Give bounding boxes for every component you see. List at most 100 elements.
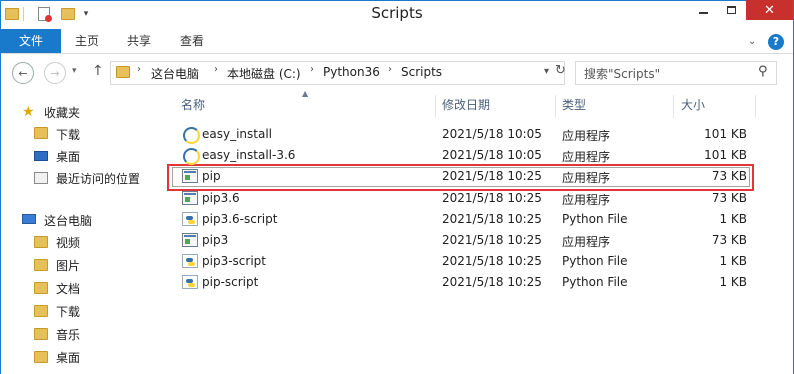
downloads-folder-icon [34, 127, 50, 141]
nav-label: 下载 [56, 305, 81, 319]
breadcrumb-scripts[interactable]: Scripts [401, 65, 442, 79]
file-size: 101 KB [704, 127, 747, 141]
file-size: 73 KB [711, 169, 747, 183]
file-row[interactable]: pip3 2021/5/18 10:25 应用程序 73 KB [175, 230, 755, 251]
nav-label: 文档 [56, 282, 81, 296]
file-row[interactable]: pip3.6 2021/5/18 10:25 应用程序 73 KB [175, 188, 755, 209]
forward-arrow-icon: → [50, 66, 60, 80]
exe-icon [182, 233, 198, 247]
desktop-icon [34, 149, 50, 163]
nav-label: 音乐 [56, 328, 81, 342]
easy-install-icon [182, 127, 200, 144]
file-type: 应用程序 [562, 150, 611, 164]
up-arrow-icon[interactable]: ↑ [92, 63, 104, 79]
nav-item-documents[interactable]: 文档 [34, 277, 170, 300]
file-date: 2021/5/18 10:25 [442, 254, 542, 268]
column-header-name[interactable]: 名称 [181, 94, 431, 118]
search-placeholder: 搜索"Scripts" [584, 67, 661, 81]
file-row[interactable]: pip-script 2021/5/18 10:25 Python File 1… [175, 272, 755, 293]
nav-favorites[interactable]: ★ 收藏夹 [22, 101, 170, 123]
nav-item-desktop-pc[interactable]: 桌面 [34, 346, 170, 369]
tab-home[interactable]: 主页 [70, 29, 104, 53]
nav-pane: ★ 收藏夹 下载 桌面 最近访问的位置 这台电脑 视频 图片 文档 下载 音乐 … [20, 101, 170, 369]
recent-locations-dropdown-icon[interactable]: ▾ [72, 66, 77, 76]
file-type: 应用程序 [562, 235, 611, 249]
nav-item-pictures[interactable]: 图片 [34, 254, 170, 277]
file-size: 1 KB [719, 212, 747, 226]
nav-item-downloads[interactable]: 下载 [34, 123, 170, 145]
nav-label: 下载 [56, 127, 81, 142]
file-row[interactable]: easy_install 2021/5/18 10:05 应用程序 101 KB [175, 124, 755, 145]
file-name: easy_install [202, 127, 273, 141]
ribbon-expand-icon[interactable]: ⌄ [748, 36, 756, 47]
nav-item-downloads-pc[interactable]: 下载 [34, 300, 170, 323]
search-icon[interactable]: ⚲ [758, 64, 768, 79]
column-header-type[interactable]: 类型 [562, 94, 667, 118]
easy-install-icon [182, 148, 200, 165]
nav-item-videos[interactable]: 视频 [34, 231, 170, 254]
file-type: Python File [562, 275, 628, 289]
file-type: Python File [562, 212, 628, 226]
column-header-date[interactable]: 修改日期 [442, 94, 552, 118]
python-file-icon [182, 212, 198, 226]
computer-icon [22, 213, 38, 227]
breadcrumb-separator: › [310, 64, 314, 75]
file-size: 1 KB [719, 254, 747, 268]
column-divider[interactable] [555, 95, 556, 118]
nav-item-recent-places[interactable]: 最近访问的位置 [34, 167, 170, 189]
maximize-button[interactable] [718, 0, 745, 20]
recent-places-icon [34, 171, 50, 185]
nav-item-desktop[interactable]: 桌面 [34, 145, 170, 167]
refresh-icon[interactable]: ↻ [555, 63, 566, 78]
forward-button[interactable]: → [44, 62, 66, 84]
file-name: pip3.6-script [202, 212, 278, 226]
file-row[interactable]: pip3-script 2021/5/18 10:25 Python File … [175, 251, 755, 272]
column-header-size[interactable]: 大小 [681, 94, 751, 118]
nav-item-music[interactable]: 音乐 [34, 323, 170, 346]
breadcrumb-separator: › [214, 64, 218, 75]
nav-this-pc[interactable]: 这台电脑 [22, 209, 170, 231]
file-row-selected[interactable]: pip 2021/5/18 10:25 应用程序 73 KB [175, 166, 755, 187]
file-size: 73 KB [711, 191, 747, 205]
downloads-folder-icon [34, 304, 50, 319]
nav-label: 桌面 [56, 149, 81, 164]
window-title: Scripts [371, 4, 423, 22]
file-date: 2021/5/18 10:25 [442, 169, 542, 183]
file-date: 2021/5/18 10:25 [442, 212, 542, 226]
breadcrumb-local-disk[interactable]: 本地磁盘 (C:) [227, 65, 301, 82]
help-icon[interactable]: ? [768, 34, 784, 50]
file-date: 2021/5/18 10:25 [442, 191, 542, 205]
file-name: pip3 [202, 233, 229, 247]
back-button[interactable]: ← [12, 62, 34, 84]
python-file-icon [182, 254, 198, 268]
exe-icon [182, 191, 198, 205]
column-divider[interactable] [755, 95, 756, 118]
tab-view[interactable]: 查看 [175, 29, 209, 53]
file-size: 1 KB [719, 275, 747, 289]
column-divider[interactable] [673, 95, 674, 118]
file-size: 101 KB [704, 148, 747, 162]
tab-file[interactable]: 文件 [1, 29, 61, 53]
file-type: 应用程序 [562, 129, 611, 143]
back-arrow-icon: ← [18, 66, 28, 80]
close-icon: ✕ [764, 2, 775, 18]
file-name: pip-script [202, 275, 259, 289]
python-file-icon [182, 275, 198, 289]
file-row[interactable]: easy_install-3.6 2021/5/18 10:05 应用程序 10… [175, 145, 755, 166]
breadcrumb-this-pc[interactable]: 这台电脑 [151, 65, 199, 82]
music-folder-icon [34, 327, 50, 342]
column-divider[interactable] [435, 95, 436, 118]
videos-folder-icon [34, 235, 50, 250]
close-button[interactable]: ✕ [746, 0, 793, 20]
tab-share[interactable]: 共享 [122, 29, 156, 53]
file-size: 73 KB [711, 233, 747, 247]
file-date: 2021/5/18 10:05 [442, 127, 542, 141]
file-row[interactable]: pip3.6-script 2021/5/18 10:25 Python Fil… [175, 209, 755, 230]
breadcrumb-python36[interactable]: Python36 [323, 65, 380, 79]
minimize-button[interactable] [690, 0, 717, 20]
pictures-folder-icon [34, 258, 50, 273]
file-name: pip [202, 169, 221, 183]
address-history-dropdown-icon[interactable]: ▾ [544, 66, 549, 77]
nav-label: 视频 [56, 236, 81, 250]
folder-icon [116, 66, 130, 78]
